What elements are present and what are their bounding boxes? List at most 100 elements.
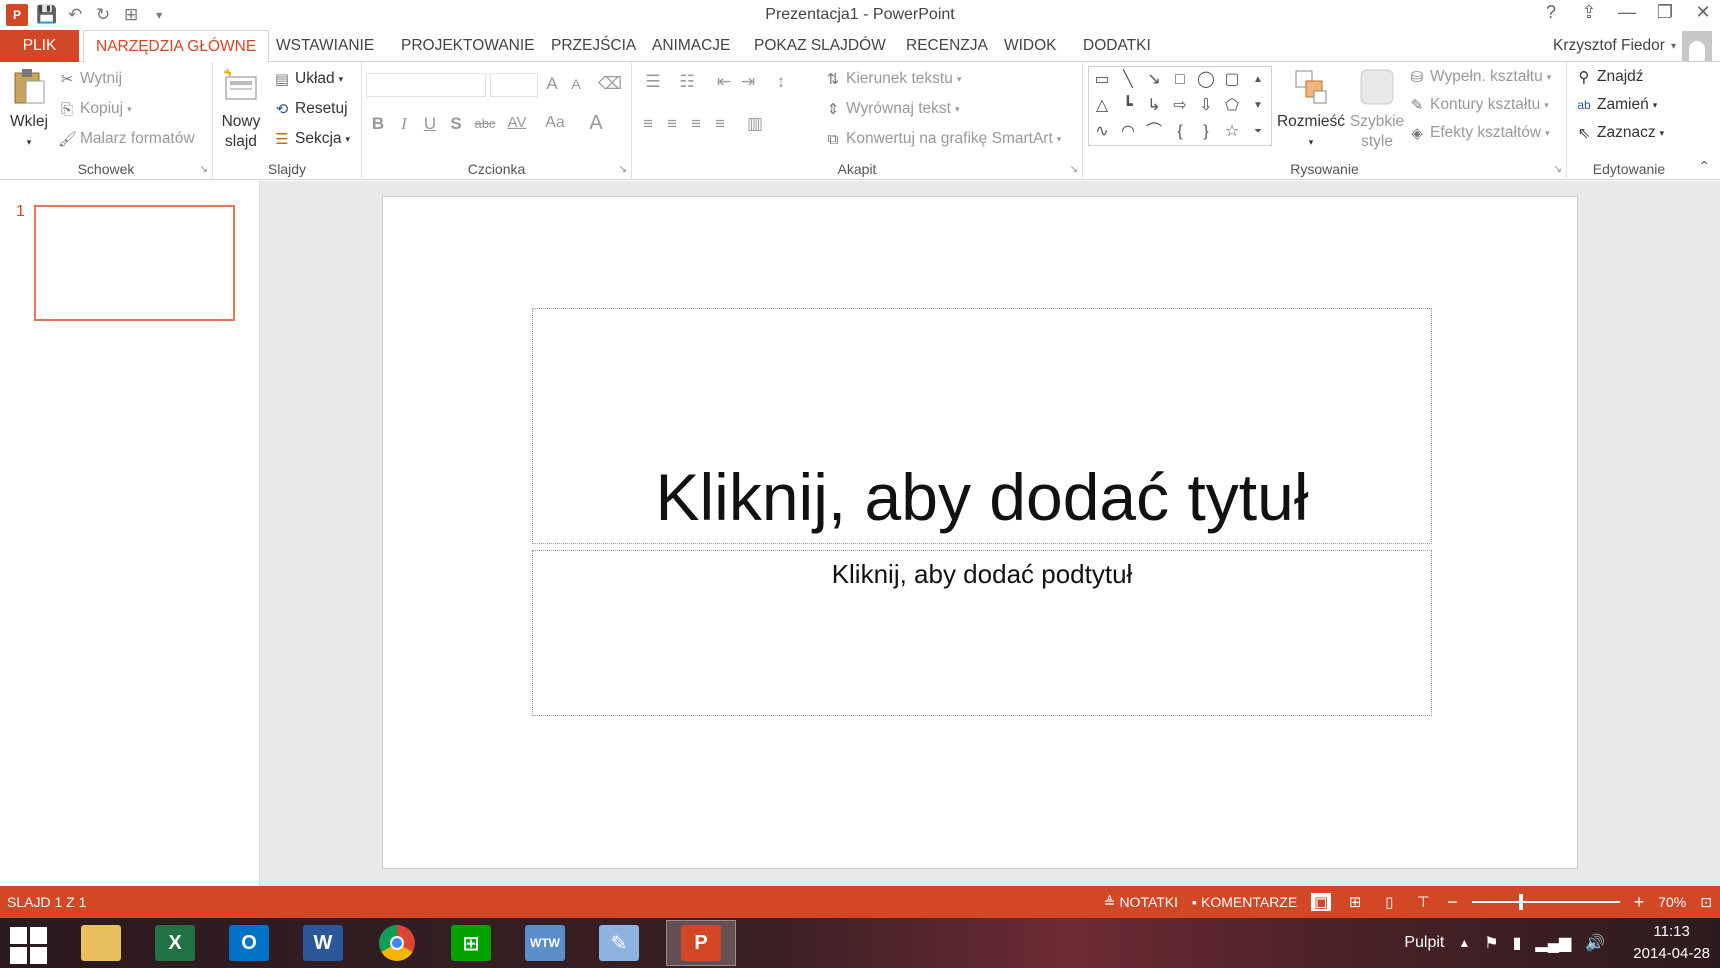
wtw-taskbar[interactable]: WTW bbox=[510, 920, 580, 966]
save-icon[interactable]: 💾 bbox=[36, 4, 57, 26]
clock[interactable]: 11:13 2014-04-28 bbox=[1633, 921, 1710, 965]
right-brace-shape-icon[interactable]: } bbox=[1195, 121, 1217, 143]
cut-button[interactable]: ✂ Wytnij bbox=[58, 70, 122, 88]
down-arrow-shape-icon[interactable]: ⇩ bbox=[1195, 95, 1217, 117]
customize-qat-icon[interactable]: ▾ bbox=[149, 4, 169, 26]
tab-animations[interactable]: ANIMACJE bbox=[640, 30, 742, 62]
tab-design[interactable]: PROJEKTOWANIE bbox=[389, 30, 547, 62]
arc-shape-icon[interactable]: ◠ bbox=[1117, 121, 1139, 143]
gallery-up-icon[interactable]: ▲ bbox=[1249, 69, 1267, 91]
increase-indent-icon[interactable]: ⇥ bbox=[736, 72, 760, 92]
font-size-combo[interactable] bbox=[490, 73, 538, 97]
tab-insert[interactable]: WSTAWIANIE bbox=[264, 30, 386, 62]
justify-icon[interactable]: ≡ bbox=[708, 114, 732, 134]
arrow-line-shape-icon[interactable]: ↘ bbox=[1143, 69, 1165, 91]
align-left-icon[interactable]: ≡ bbox=[636, 114, 660, 134]
text-box-shape-icon[interactable]: ▭ bbox=[1091, 69, 1113, 91]
arrange-button[interactable]: Rozmieść ▾ bbox=[1275, 66, 1347, 152]
chrome-taskbar[interactable] bbox=[362, 920, 432, 966]
present-from-start-icon[interactable]: ⊞ bbox=[121, 4, 141, 26]
zoom-in-icon[interactable]: + bbox=[1634, 892, 1645, 913]
zoom-slider[interactable] bbox=[1471, 894, 1620, 910]
redo-icon[interactable]: ↻ bbox=[93, 4, 113, 26]
strikethrough-button[interactable]: abc bbox=[470, 116, 500, 131]
section-button[interactable]: ☰ Sekcja ▾ bbox=[273, 130, 350, 148]
tab-home[interactable]: NARZĘDZIA GŁÓWNE bbox=[83, 30, 270, 63]
close-icon[interactable]: ✕ bbox=[1694, 2, 1712, 23]
tab-transitions[interactable]: PRZEJŚCIA bbox=[539, 30, 648, 62]
powerpoint-app-icon[interactable]: P bbox=[6, 4, 28, 26]
paste-button[interactable]: Wklej ▾ bbox=[6, 66, 52, 152]
desktop-toolbar-label[interactable]: Pulpit bbox=[1404, 934, 1444, 952]
clear-formatting-icon[interactable]: ⌫ bbox=[598, 74, 622, 94]
format-painter-button[interactable]: 🖌 Malarz formatów bbox=[58, 130, 195, 148]
left-brace-shape-icon[interactable]: { bbox=[1169, 121, 1191, 143]
subtitle-placeholder[interactable]: Kliknij, aby dodać podtytuł bbox=[532, 550, 1432, 716]
columns-icon[interactable]: ▥ bbox=[740, 114, 770, 134]
scribble-shape-icon[interactable]: ∿ bbox=[1091, 121, 1113, 143]
dialog-launcher-icon[interactable]: ↘ bbox=[1070, 164, 1078, 175]
word-taskbar[interactable]: W bbox=[288, 920, 358, 966]
avatar[interactable] bbox=[1682, 31, 1712, 61]
align-right-icon[interactable]: ≡ bbox=[684, 114, 708, 134]
font-family-combo[interactable] bbox=[366, 73, 486, 97]
gallery-more-icon[interactable]: ⏷ bbox=[1249, 121, 1267, 143]
font-color-button[interactable]: A bbox=[584, 112, 608, 135]
decrease-indent-icon[interactable]: ⇤ bbox=[712, 72, 736, 92]
quick-styles-button[interactable]: Szybkie style bbox=[1345, 66, 1409, 152]
dialog-launcher-icon[interactable]: ↘ bbox=[200, 164, 208, 175]
numbering-icon[interactable]: ☷ bbox=[672, 72, 702, 92]
restore-icon[interactable]: ❐ bbox=[1656, 2, 1674, 23]
comments-button[interactable]: ▪ KOMENTARZE bbox=[1192, 894, 1297, 910]
zoom-level[interactable]: 70% bbox=[1658, 894, 1686, 910]
reading-view-icon[interactable]: ▯ bbox=[1379, 893, 1399, 911]
volume-icon[interactable]: 🔊 bbox=[1585, 933, 1605, 953]
zoom-out-icon[interactable]: − bbox=[1447, 892, 1458, 913]
user-account[interactable]: Krzysztof Fiedor ▾ bbox=[1553, 30, 1712, 62]
tab-review[interactable]: RECENZJA bbox=[894, 30, 1000, 62]
convert-smartart-button[interactable]: ⧉ Konwertuj na grafikę SmartArt ▾ bbox=[824, 130, 1062, 148]
tab-view[interactable]: WIDOK bbox=[992, 30, 1069, 62]
windows-start-icon[interactable] bbox=[10, 927, 48, 965]
elbow-arrow-icon[interactable]: ↳ bbox=[1143, 95, 1165, 117]
shape-effects-button[interactable]: ◈ Efekty kształtów ▾ bbox=[1408, 124, 1549, 142]
help-icon[interactable]: ? bbox=[1542, 2, 1560, 23]
oval-shape-icon[interactable]: ◯ bbox=[1195, 69, 1217, 91]
character-spacing-button[interactable]: AV bbox=[502, 114, 532, 131]
bold-button[interactable]: B bbox=[366, 114, 390, 134]
powerpoint-taskbar[interactable]: P bbox=[666, 920, 736, 966]
star-shape-icon[interactable]: ☆ bbox=[1221, 121, 1243, 143]
dialog-launcher-icon[interactable]: ↘ bbox=[1554, 164, 1562, 175]
align-center-icon[interactable]: ≡ bbox=[660, 114, 684, 134]
ribbon-display-options-icon[interactable]: ⇪ bbox=[1580, 2, 1598, 23]
right-arrow-shape-icon[interactable]: ⇨ bbox=[1169, 95, 1191, 117]
slide-thumbnail[interactable] bbox=[34, 205, 235, 321]
title-placeholder[interactable]: Kliknij, aby dodać tytuł bbox=[532, 308, 1432, 544]
dialog-launcher-icon[interactable]: ↘ bbox=[619, 164, 627, 175]
grow-font-icon[interactable]: A bbox=[540, 74, 564, 94]
outlook-taskbar[interactable]: O bbox=[214, 920, 284, 966]
minimize-icon[interactable]: — bbox=[1618, 2, 1636, 23]
text-shadow-button[interactable]: S bbox=[444, 114, 468, 134]
shrink-font-icon[interactable]: A bbox=[564, 76, 588, 92]
shape-fill-button[interactable]: ⛁ Wypełn. kształtu ▾ bbox=[1408, 68, 1552, 86]
select-button[interactable]: ⇖ Zaznacz ▾ bbox=[1575, 124, 1664, 142]
zoom-slider-thumb[interactable] bbox=[1519, 894, 1524, 910]
notes-button[interactable]: ≜ NOTATKI bbox=[1104, 894, 1178, 911]
tab-addins[interactable]: DODATKI bbox=[1071, 30, 1163, 62]
excel-taskbar[interactable]: X bbox=[140, 920, 210, 966]
battery-icon[interactable]: ▮ bbox=[1513, 933, 1522, 953]
file-explorer-taskbar[interactable] bbox=[66, 920, 136, 966]
italic-button[interactable]: I bbox=[392, 114, 416, 134]
underline-button[interactable]: U bbox=[418, 114, 442, 134]
find-button[interactable]: ⚲ Znajdź bbox=[1575, 68, 1644, 86]
layout-button[interactable]: ▤ Układ ▾ bbox=[273, 70, 343, 88]
store-taskbar[interactable]: ⊞ bbox=[436, 920, 506, 966]
line-shape-icon[interactable]: ╲ bbox=[1117, 69, 1139, 91]
text-direction-button[interactable]: ⇅ Kierunek tekstu ▾ bbox=[824, 70, 962, 88]
slide-canvas[interactable]: Kliknij, aby dodać tytuł Kliknij, aby do… bbox=[382, 196, 1578, 869]
reset-button[interactable]: ⟲ Resetuj bbox=[273, 100, 348, 118]
align-text-button[interactable]: ⇕ Wyrównaj tekst ▾ bbox=[824, 100, 960, 118]
signal-icon[interactable]: ▂▄▆ bbox=[1535, 933, 1571, 953]
chevron-up-icon[interactable]: ▲ bbox=[1458, 936, 1470, 950]
